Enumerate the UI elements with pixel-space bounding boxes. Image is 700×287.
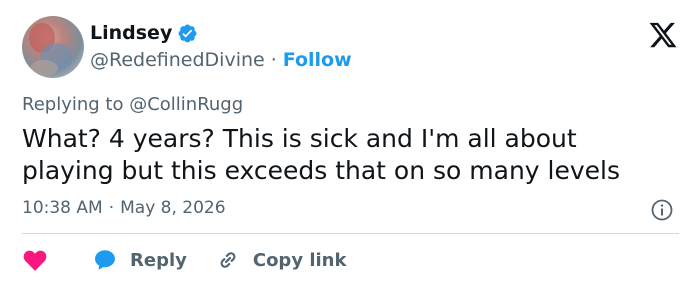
author-handle-row: @RedefinedDivine · Follow xyxy=(90,49,352,71)
avatar[interactable] xyxy=(22,16,84,78)
reply-label: Reply xyxy=(130,249,187,271)
verified-badge-icon xyxy=(178,24,197,42)
x-logo-icon[interactable] xyxy=(648,20,678,50)
avatar-image xyxy=(29,23,72,76)
info-icon[interactable] xyxy=(650,198,674,222)
replying-to-text[interactable]: Replying to @CollinRugg xyxy=(22,94,243,115)
heart-icon[interactable] xyxy=(22,247,48,273)
copy-link-button[interactable]: Copy link xyxy=(187,247,347,273)
tweet-time[interactable]: 10:38 AM xyxy=(22,198,103,218)
author-handle[interactable]: @RedefinedDivine xyxy=(90,49,265,71)
tweet-text: What? 4 years? This is sick and I'm all … xyxy=(22,124,621,185)
author-name-row: Lindsey xyxy=(90,22,198,44)
tweet-meta: 10:38 AM · May 8, 2026 xyxy=(22,198,226,218)
divider xyxy=(22,233,679,234)
reply-button[interactable]: Reply xyxy=(48,247,187,273)
tweet-date[interactable]: May 8, 2026 xyxy=(120,198,225,218)
separator-dot: · xyxy=(270,49,277,71)
link-icon xyxy=(220,252,236,268)
meta-separator: · xyxy=(108,198,115,218)
author-name[interactable]: Lindsey xyxy=(90,22,172,44)
action-bar: Reply Copy link xyxy=(22,247,346,273)
copy-link-label: Copy link xyxy=(252,249,347,271)
follow-button[interactable]: Follow xyxy=(283,49,352,71)
reply-bubble-icon xyxy=(95,250,115,270)
